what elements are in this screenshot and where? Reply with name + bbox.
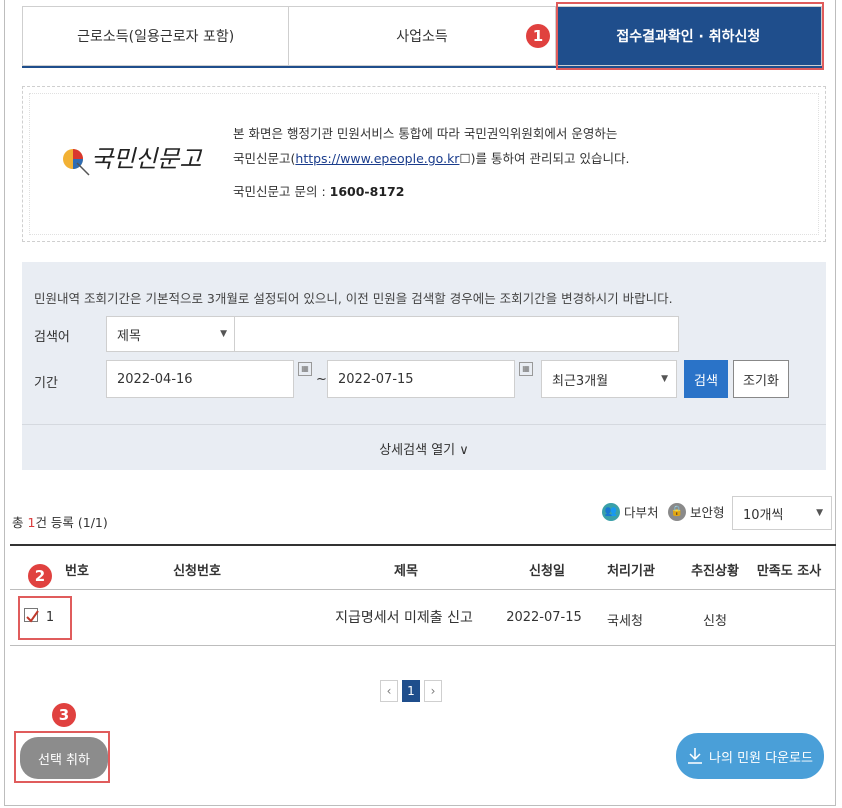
col-number: 번호 [65, 564, 89, 579]
check-icon [26, 610, 39, 623]
legend-secure: 🔒 보안형 [668, 502, 725, 521]
row-agency: 국세청 [607, 614, 643, 629]
keyword-label: 검색어 [34, 330, 70, 345]
notice-contact: 국민신문고 문의 : 1600-8172 [233, 184, 405, 199]
col-title: 제목 [394, 564, 418, 579]
tab-earned-income[interactable]: 근로소득(일용근로자 포함) [23, 7, 290, 65]
logo-text: 국민신문고 [91, 145, 202, 173]
col-apply-number: 신청번호 [173, 564, 221, 579]
external-link-icon: ☐ [459, 151, 471, 166]
chevron-down-icon: ▼ [220, 329, 227, 339]
calendar-icon[interactable]: ▦ [519, 362, 533, 376]
tab-bar: 근로소득(일용근로자 포함) 사업소득 접수결과확인 · 취하신청 [22, 6, 822, 66]
chevron-down-icon: ▼ [816, 508, 823, 518]
pagination: ‹ 1 › [380, 680, 442, 702]
search-button[interactable]: 검색 [684, 360, 728, 398]
row-date: 2022-07-15 [506, 610, 582, 625]
col-survey: 만족도 조사 [756, 564, 822, 579]
page-size-select[interactable]: 10개씩 ▼ [732, 496, 832, 530]
legend-multi-agency: 👥 다부처 [602, 502, 659, 521]
total-count: 총 1건 등록 (1/1) [12, 515, 108, 530]
prev-page-button[interactable]: ‹ [380, 680, 398, 702]
period-label: 기간 [34, 376, 58, 391]
download-my-complaints-button[interactable]: 나의 민원 다운로드 [676, 733, 824, 779]
step-marker-2: 2 [28, 564, 52, 588]
withdraw-selected-button[interactable]: 선택 취하 [20, 737, 108, 779]
contact-number: 1600-8172 [329, 184, 405, 199]
row-status: 신청 [703, 614, 727, 629]
tab-receipt-result[interactable]: 접수결과확인 · 취하신청 [555, 7, 821, 65]
col-agency: 처리기관 [607, 564, 655, 579]
reset-button[interactable]: 조기화 [733, 360, 789, 398]
chevron-down-icon: ▼ [661, 374, 668, 384]
notice-line-1: 본 화면은 행정기관 민원서비스 통합에 따라 국민권익위원회에서 운영하는 [233, 126, 618, 141]
notice-line-2: 국민신문고(https://www.epeople.go.kr☐)를 통하여 관… [233, 151, 630, 166]
notice-box: 국민신문고 본 화면은 행정기관 민원서비스 통합에 따라 국민권익위원회에서 … [22, 86, 826, 242]
epeople-logo: 국민신문고 [59, 129, 219, 189]
start-date-input[interactable]: 2022-04-16 [106, 360, 294, 398]
table-header: 번호 신청번호 제목 신청일 처리기관 추진상황 만족도 조사 [10, 544, 836, 590]
next-page-button[interactable]: › [424, 680, 442, 702]
detail-search-toggle[interactable]: 상세검색 열기 ∨ [22, 424, 826, 471]
tab-business-income[interactable]: 사업소득 [289, 7, 556, 65]
keyword-type-select[interactable]: 제목 ▼ [106, 316, 236, 352]
notice-text: 본 화면은 행정기관 민원서비스 통합에 따라 국민권익위원회에서 운영하는 국… [233, 121, 629, 204]
search-description: 민원내역 조회기간은 기본적으로 3개월로 설정되어 있으니, 이전 민원을 검… [34, 291, 673, 306]
period-range-select[interactable]: 최근3개월 ▼ [541, 360, 677, 398]
page-1-button[interactable]: 1 [402, 680, 420, 702]
table-row[interactable]: 1 지급명세서 미제출 신고 2022-07-15 국세청 신청 [10, 590, 836, 646]
search-panel: 민원내역 조회기간은 기본적으로 3개월로 설정되어 있으니, 이전 민원을 검… [22, 262, 826, 470]
col-date: 신청일 [529, 564, 565, 579]
end-date-input[interactable]: 2022-07-15 [327, 360, 515, 398]
download-icon [688, 748, 703, 764]
lock-icon: 🔒 [668, 502, 686, 521]
epeople-link[interactable]: https://www.epeople.go.kr [295, 151, 459, 166]
row-checkbox[interactable] [24, 608, 39, 623]
step-marker-3: 3 [52, 703, 76, 727]
col-status: 추진상황 [691, 564, 739, 579]
step-marker-1: 1 [526, 24, 550, 48]
tab-underline [22, 66, 822, 68]
multi-agency-icon: 👥 [602, 502, 620, 521]
row-title[interactable]: 지급명세서 미제출 신고 [335, 607, 473, 627]
calendar-icon[interactable]: ▦ [298, 362, 312, 376]
keyword-input[interactable] [234, 316, 679, 352]
row-number: 1 [45, 610, 55, 625]
date-separator: ~ [316, 372, 327, 387]
